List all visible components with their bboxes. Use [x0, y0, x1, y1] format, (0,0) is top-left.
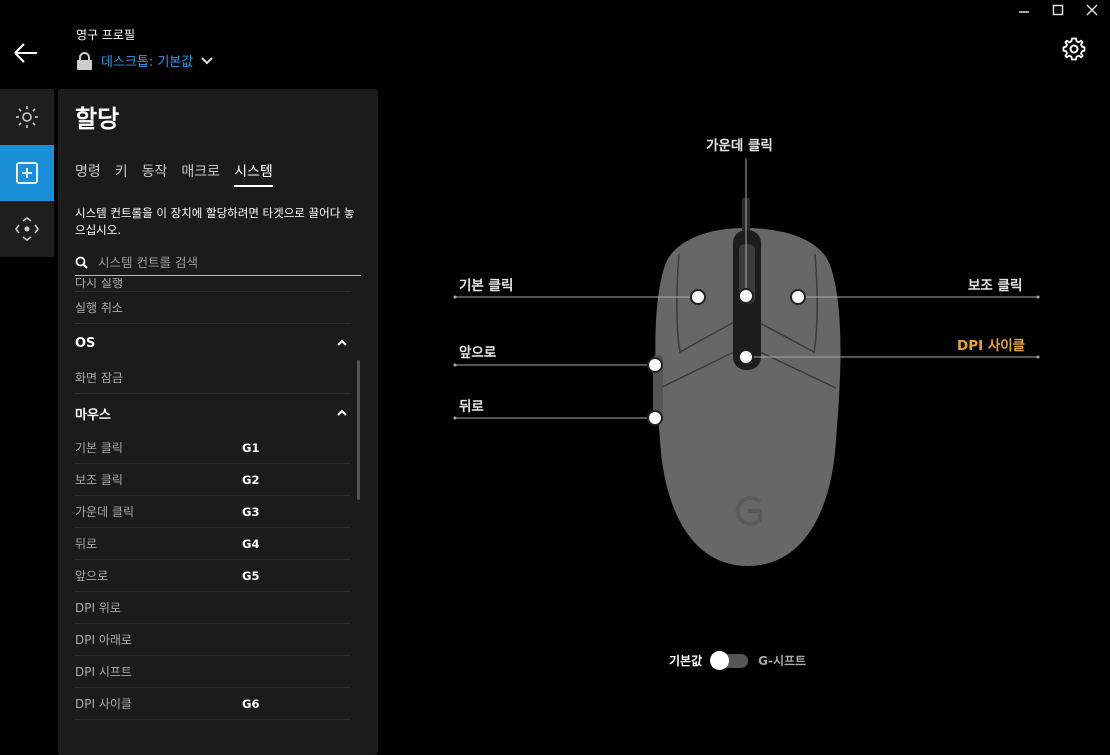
- label-left-click[interactable]: 기본 클릭: [459, 274, 513, 294]
- hotspot-back[interactable]: [647, 410, 663, 426]
- hotspot-forward[interactable]: [647, 357, 663, 373]
- mouse-diagram: [453, 158, 1040, 566]
- hotspot-middle-click[interactable]: [738, 288, 754, 304]
- hotspot-left-click[interactable]: [690, 289, 706, 305]
- label-middle-click[interactable]: 가운데 클릭: [706, 134, 773, 154]
- gshift-toggle[interactable]: [710, 650, 749, 670]
- label-back[interactable]: 뒤로: [459, 395, 484, 415]
- toggle-label-default: 기본값: [669, 654, 703, 668]
- label-dpi-cycle[interactable]: DPI 사이클: [957, 334, 1025, 354]
- hotspot-dpi-cycle[interactable]: [738, 349, 754, 365]
- label-right-click[interactable]: 보조 클릭: [968, 274, 1022, 294]
- gshift-toggle-group: 기본값 G-시프트: [669, 650, 807, 670]
- hotspot-right-click[interactable]: [790, 289, 806, 305]
- toggle-label-gshift: G-시프트: [758, 654, 807, 668]
- label-forward[interactable]: 앞으로: [459, 341, 496, 361]
- toggle-knob: [710, 650, 730, 670]
